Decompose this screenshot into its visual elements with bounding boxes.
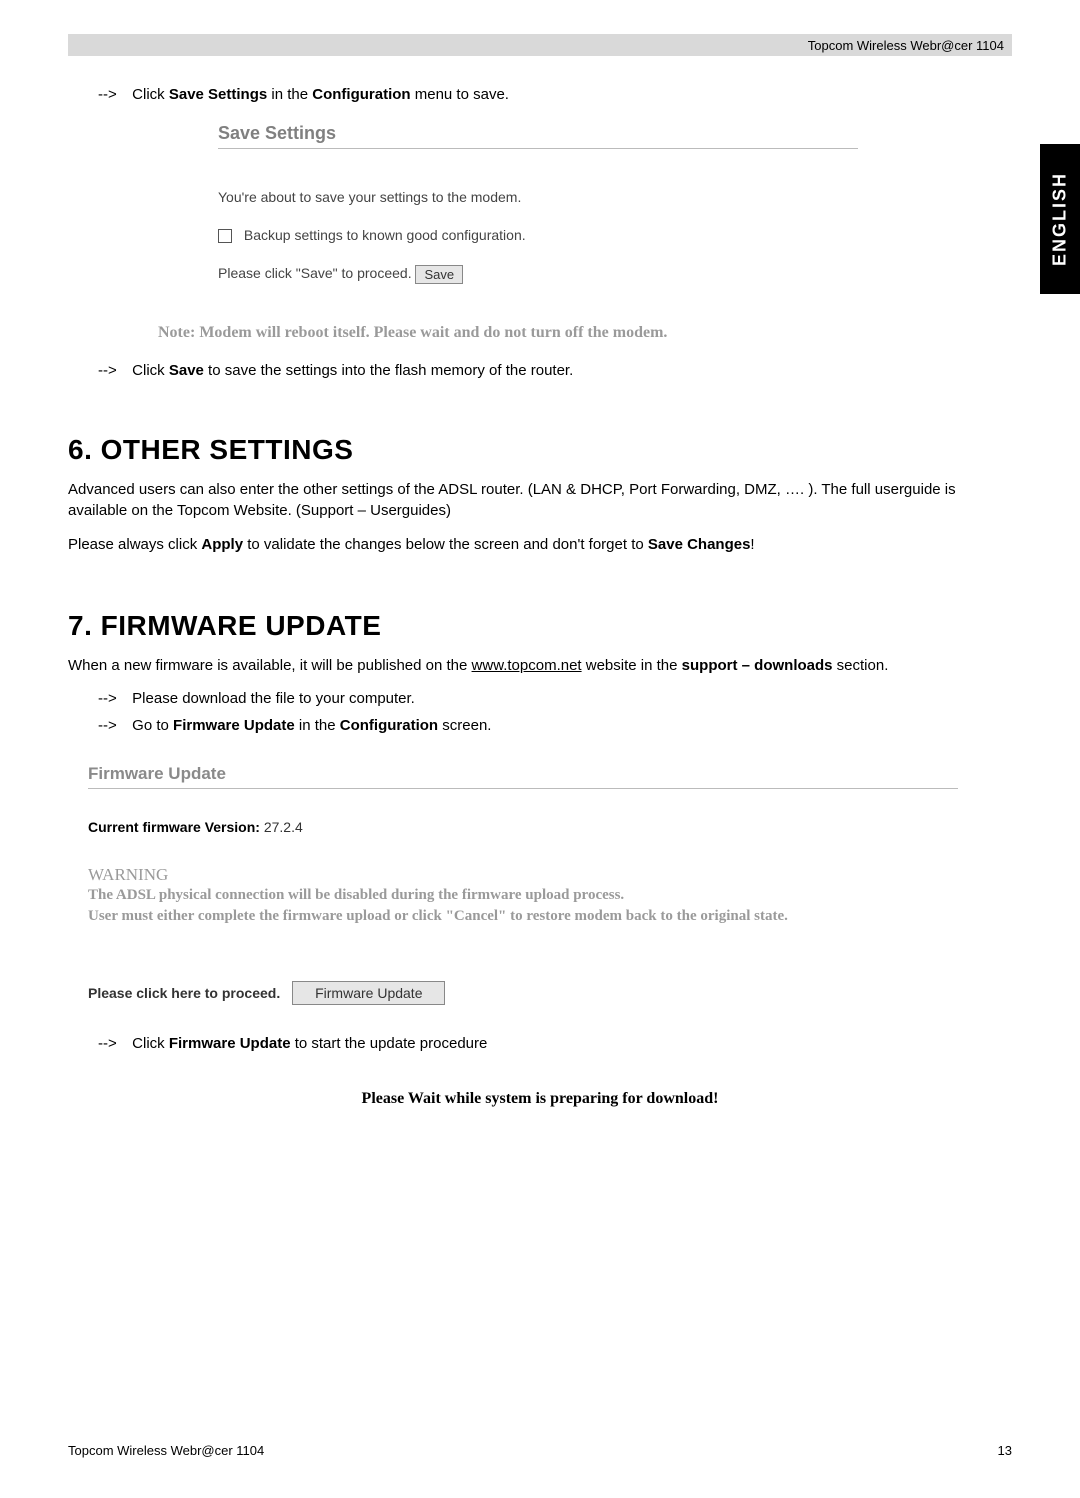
instruction-line: --> Please download the file to your com… xyxy=(68,690,1012,707)
panel-body: You're about to save your settings to th… xyxy=(218,189,858,284)
firmware-version-label: Current firmware Version: xyxy=(88,819,260,835)
bold: Save Changes xyxy=(648,536,751,553)
save-button[interactable]: Save xyxy=(415,265,463,284)
paragraph: Advanced users can also enter the other … xyxy=(68,480,1012,521)
bold: Apply xyxy=(201,536,243,553)
save-prompt: Please click "Save" to proceed. xyxy=(218,266,412,282)
header-bar: Topcom Wireless Webr@cer 1104 xyxy=(68,34,1012,56)
firmware-version-value: 27.2.4 xyxy=(260,819,303,835)
info-text: You're about to save your settings to th… xyxy=(218,189,858,205)
panel-title: Firmware Update xyxy=(88,764,958,784)
bold: Configuration xyxy=(340,717,438,734)
arrow-icon: --> xyxy=(98,86,128,103)
bold: support – downloads xyxy=(682,657,833,674)
text: Go to xyxy=(132,717,173,734)
proceed-label: Please click here to proceed. xyxy=(88,985,280,1001)
text: in the xyxy=(267,86,312,103)
warning-text: The ADSL physical connection will be dis… xyxy=(88,885,958,906)
arrow-icon: --> xyxy=(98,1035,128,1052)
backup-checkbox[interactable] xyxy=(218,229,232,243)
instruction-line: --> Go to Firmware Update in the Configu… xyxy=(68,717,1012,734)
bold: Firmware Update xyxy=(169,1035,291,1052)
firmware-panel: Firmware Update Current firmware Version… xyxy=(88,764,958,1005)
proceed-row: Please click here to proceed. Firmware U… xyxy=(88,981,958,1005)
section-heading: 6. OTHER SETTINGS xyxy=(68,434,1012,466)
text: screen. xyxy=(438,717,491,734)
instruction-line: --> Click Firmware Update to start the u… xyxy=(68,1035,1012,1052)
warning-text: User must either complete the firmware u… xyxy=(88,906,958,927)
text: to validate the changes below the screen… xyxy=(243,536,648,553)
bold: Firmware Update xyxy=(173,717,295,734)
divider xyxy=(88,788,958,789)
bold: Save xyxy=(169,362,204,379)
document-page: Topcom Wireless Webr@cer 1104 ENGLISH --… xyxy=(0,34,1080,1498)
text: to start the update procedure xyxy=(291,1035,488,1052)
firmware-update-button[interactable]: Firmware Update xyxy=(292,981,445,1005)
divider xyxy=(218,148,858,149)
instruction-line: --> Click Save to save the settings into… xyxy=(68,362,1012,379)
warning-heading: WARNING xyxy=(88,865,958,885)
checkbox-row: Backup settings to known good configurat… xyxy=(218,227,858,243)
note-text: Note: Modem will reboot itself. Please w… xyxy=(158,324,1012,342)
panel-body: Current firmware Version: 27.2.4 WARNING… xyxy=(88,819,958,1005)
topcom-link[interactable]: www.topcom.net xyxy=(472,657,582,674)
text: Click xyxy=(132,362,169,379)
bold: Configuration xyxy=(312,86,410,103)
page-number: 13 xyxy=(998,1443,1012,1458)
text: in the xyxy=(295,717,340,734)
language-tab: ENGLISH xyxy=(1040,144,1080,294)
panel-title: Save Settings xyxy=(218,123,858,144)
arrow-icon: --> xyxy=(98,717,128,734)
text: Please download the file to your compute… xyxy=(132,690,415,707)
arrow-icon: --> xyxy=(98,362,128,379)
bold: Save Settings xyxy=(169,86,267,103)
text: menu to save. xyxy=(411,86,509,103)
text: Click xyxy=(132,1035,169,1052)
text: to save the settings into the flash memo… xyxy=(204,362,573,379)
text: When a new firmware is available, it wil… xyxy=(68,657,472,674)
header-text: Topcom Wireless Webr@cer 1104 xyxy=(808,38,1004,53)
save-row: Please click "Save" to proceed. Save xyxy=(218,265,858,284)
text: website in the xyxy=(582,657,682,674)
paragraph: Please always click Apply to validate th… xyxy=(68,535,1012,555)
checkbox-label: Backup settings to known good configurat… xyxy=(244,227,526,243)
instruction-line: --> Click Save Settings in the Configura… xyxy=(68,86,1012,103)
wait-message: Please Wait while system is preparing fo… xyxy=(240,1090,840,1108)
text: Please always click xyxy=(68,536,201,553)
text: ! xyxy=(750,536,754,553)
text: Click xyxy=(132,86,169,103)
footer-left: Topcom Wireless Webr@cer 1104 xyxy=(68,1443,264,1458)
paragraph: When a new firmware is available, it wil… xyxy=(68,656,1012,676)
text: section. xyxy=(833,657,889,674)
page-footer: Topcom Wireless Webr@cer 1104 13 xyxy=(68,1443,1012,1458)
arrow-icon: --> xyxy=(98,690,128,707)
section-heading: 7. FIRMWARE UPDATE xyxy=(68,610,1012,642)
save-settings-panel: Save Settings You're about to save your … xyxy=(218,123,858,284)
